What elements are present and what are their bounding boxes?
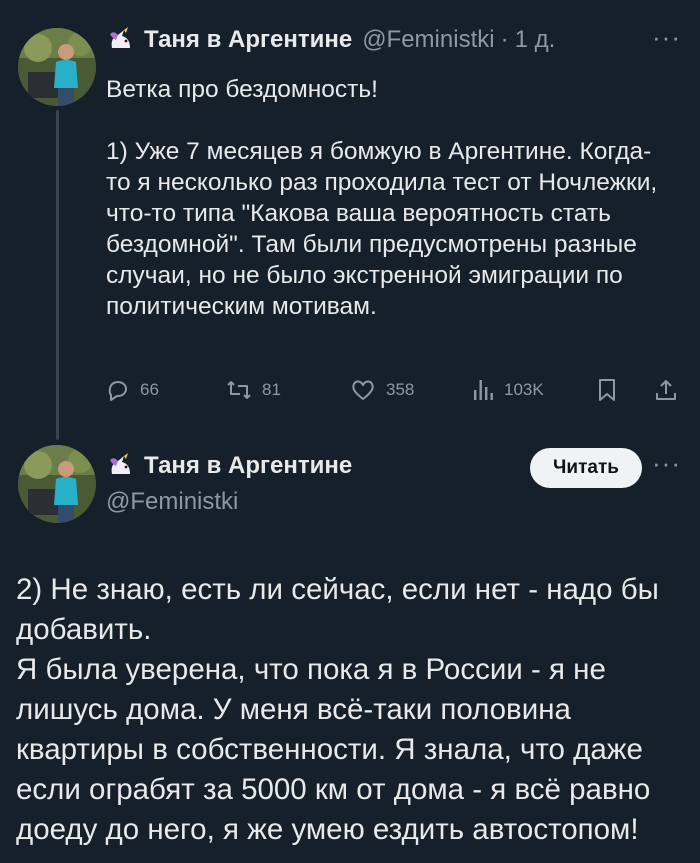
tweet-text: Ветка про бездомность! 1) Уже 7 месяцев … (106, 76, 658, 320)
tweet-text: 2) Не знаю, есть ли сейчас, если нет - н… (16, 573, 659, 846)
retweet-button[interactable]: 81 (226, 378, 281, 402)
share-button[interactable] (654, 378, 688, 402)
tweet-actions: 66 81 358 103K (106, 378, 686, 408)
separator-dot: · (500, 26, 509, 53)
user-handle[interactable]: @Feminis​tki (362, 26, 494, 54)
like-count: 358 (386, 380, 415, 399)
bookmark-button[interactable] (596, 378, 628, 402)
views-icon (474, 380, 493, 400)
views-button[interactable]: 103K (472, 378, 544, 402)
reply-icon (108, 381, 127, 401)
avatar[interactable] (18, 445, 96, 523)
like-button[interactable]: 358 (350, 378, 414, 402)
timestamp[interactable]: 1 д. (515, 26, 556, 54)
views-count: 103K (504, 380, 544, 399)
unicorn-icon (110, 453, 130, 474)
share-icon (656, 380, 676, 400)
bookmark-icon (599, 379, 615, 401)
tweet1-header: Таня в Аргентине @Feminis​tki · 1 д. (106, 26, 555, 54)
thread-line (56, 110, 59, 440)
display-name[interactable]: Таня в Аргентине (144, 26, 352, 54)
more-options-icon[interactable]: ··· (652, 22, 681, 53)
retweet-count: 81 (262, 380, 281, 399)
heart-icon (352, 380, 374, 400)
avatar[interactable] (18, 28, 96, 106)
reply-count: 66 (140, 380, 159, 399)
retweet-icon (227, 381, 251, 399)
tweet2-header: Таня в Аргентине (106, 452, 352, 480)
user-handle[interactable]: @Feminis​tki (106, 488, 238, 516)
more-options-icon[interactable]: ··· (652, 448, 681, 479)
display-name[interactable]: Таня в Аргентине (144, 452, 352, 480)
read-button[interactable]: Читать (530, 448, 642, 488)
reply-button[interactable]: 66 (106, 378, 159, 402)
unicorn-icon (110, 27, 130, 48)
